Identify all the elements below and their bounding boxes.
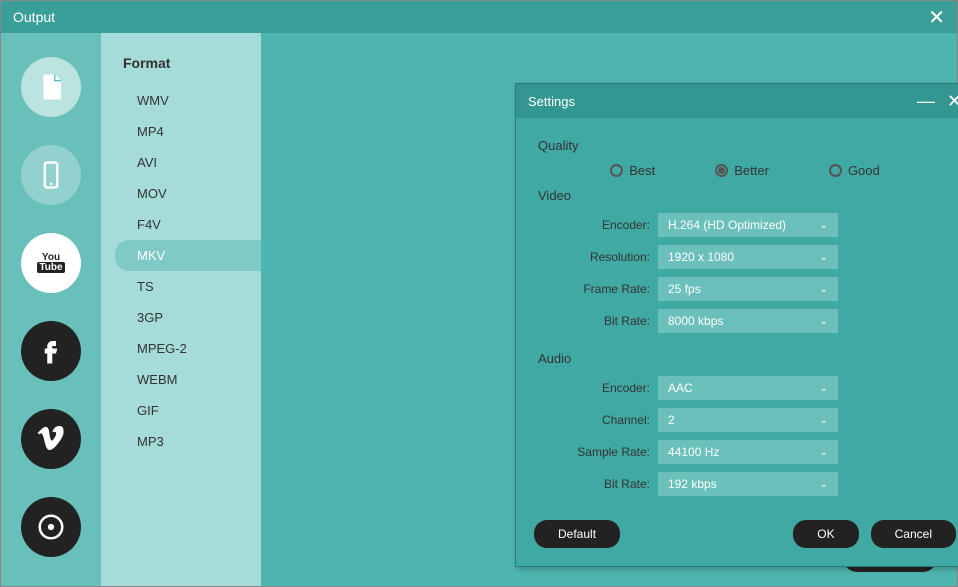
video-bitrate-select[interactable]: 8000 kbps ⌄ (658, 309, 838, 333)
body: YouTube Format WMV MP4 AVI MOV F4V MKV T… (1, 33, 957, 586)
video-encoder-select[interactable]: H.264 (HD Optimized) ⌄ (658, 213, 838, 237)
disc-icon (36, 512, 66, 542)
video-label: Video (538, 188, 952, 203)
chevron-down-icon: ⌄ (820, 383, 828, 394)
chevron-down-icon: ⌄ (820, 415, 828, 426)
format-column: Format WMV MP4 AVI MOV F4V MKV TS 3GP MP… (101, 33, 261, 586)
format-heading: Format (101, 55, 261, 71)
video-encoder-label: Encoder: (538, 218, 658, 232)
audio-channel-select[interactable]: 2 ⌄ (658, 408, 838, 432)
video-framerate-label: Frame Rate: (538, 282, 658, 296)
select-value: 44100 Hz (668, 445, 719, 459)
ok-button[interactable]: OK (793, 520, 858, 548)
audio-channel-label: Channel: (538, 413, 658, 427)
chevron-down-icon: ⌄ (820, 220, 828, 231)
file-icon (36, 72, 66, 102)
facebook-icon (36, 336, 66, 366)
rail-vimeo-button[interactable] (21, 409, 81, 469)
chevron-down-icon: ⌄ (820, 479, 828, 490)
radio-label: Best (629, 163, 655, 178)
vimeo-icon (36, 424, 66, 454)
quality-group: Best Better Good (538, 163, 952, 178)
format-item-webm[interactable]: WEBM (101, 364, 261, 395)
format-item-wmv[interactable]: WMV (101, 85, 261, 116)
format-item-mpeg2[interactable]: MPEG-2 (101, 333, 261, 364)
select-value: 8000 kbps (668, 314, 723, 328)
radio-icon (610, 164, 623, 177)
cancel-button[interactable]: Cancel (871, 520, 956, 548)
chevron-down-icon: ⌄ (820, 252, 828, 263)
dialog-body: Quality Best Better Good (516, 118, 958, 506)
select-value: 1920 x 1080 (668, 250, 734, 264)
format-item-ts[interactable]: TS (101, 271, 261, 302)
audio-samplerate-select[interactable]: 44100 Hz ⌄ (658, 440, 838, 464)
format-item-avi[interactable]: AVI (101, 147, 261, 178)
quality-good-radio[interactable]: Good (829, 163, 880, 178)
format-item-gif[interactable]: GIF (101, 395, 261, 426)
radio-label: Better (734, 163, 769, 178)
format-item-mov[interactable]: MOV (101, 178, 261, 209)
video-resolution-label: Resolution: (538, 250, 658, 264)
format-item-f4v[interactable]: F4V (101, 209, 261, 240)
select-value: AAC (668, 381, 693, 395)
main-area: ondershare Filmora\Out Settings Export S… (261, 33, 957, 586)
output-window: Output ✕ YouTube Format (0, 0, 958, 587)
youtube-icon: YouTube (37, 253, 64, 273)
radio-icon (829, 164, 842, 177)
dialog-footer: Default OK Cancel (516, 506, 958, 566)
format-item-mp3[interactable]: MP3 (101, 426, 261, 457)
window-title: Output (13, 9, 55, 25)
dialog-minimize-icon[interactable]: — (917, 91, 935, 112)
select-value: 2 (668, 413, 675, 427)
audio-bitrate-select[interactable]: 192 kbps ⌄ (658, 472, 838, 496)
video-bitrate-label: Bit Rate: (538, 314, 658, 328)
format-item-3gp[interactable]: 3GP (101, 302, 261, 333)
default-button[interactable]: Default (534, 520, 620, 548)
audio-label: Audio (538, 351, 952, 366)
video-resolution-select[interactable]: 1920 x 1080 ⌄ (658, 245, 838, 269)
audio-samplerate-label: Sample Rate: (538, 445, 658, 459)
rail-device-button[interactable] (21, 145, 81, 205)
dialog-titlebar: Settings — ✕ (516, 84, 958, 118)
chevron-down-icon: ⌄ (820, 316, 828, 327)
audio-bitrate-label: Bit Rate: (538, 477, 658, 491)
titlebar: Output ✕ (1, 1, 957, 33)
radio-label: Good (848, 163, 880, 178)
audio-encoder-label: Encoder: (538, 381, 658, 395)
window-close-icon[interactable]: ✕ (928, 5, 945, 30)
rail-facebook-button[interactable] (21, 321, 81, 381)
rail-youtube-button[interactable]: YouTube (21, 233, 81, 293)
select-value: 192 kbps (668, 477, 717, 491)
video-framerate-select[interactable]: 25 fps ⌄ (658, 277, 838, 301)
radio-icon (715, 164, 728, 177)
left-rail: YouTube (1, 33, 101, 586)
quality-better-radio[interactable]: Better (715, 163, 769, 178)
format-item-mkv[interactable]: MKV (115, 240, 261, 271)
quality-label: Quality (538, 138, 952, 153)
dialog-close-icon[interactable]: ✕ (947, 91, 958, 112)
chevron-down-icon: ⌄ (820, 447, 828, 458)
select-value: H.264 (HD Optimized) (668, 218, 786, 232)
rail-dvd-button[interactable] (21, 497, 81, 557)
quality-best-radio[interactable]: Best (610, 163, 655, 178)
format-item-mp4[interactable]: MP4 (101, 116, 261, 147)
settings-dialog: Settings — ✕ Quality Best Bette (515, 83, 958, 567)
select-value: 25 fps (668, 282, 701, 296)
chevron-down-icon: ⌄ (820, 284, 828, 295)
dialog-title: Settings (528, 94, 575, 109)
rail-format-button[interactable] (21, 57, 81, 117)
audio-encoder-select[interactable]: AAC ⌄ (658, 376, 838, 400)
phone-icon (36, 160, 66, 190)
